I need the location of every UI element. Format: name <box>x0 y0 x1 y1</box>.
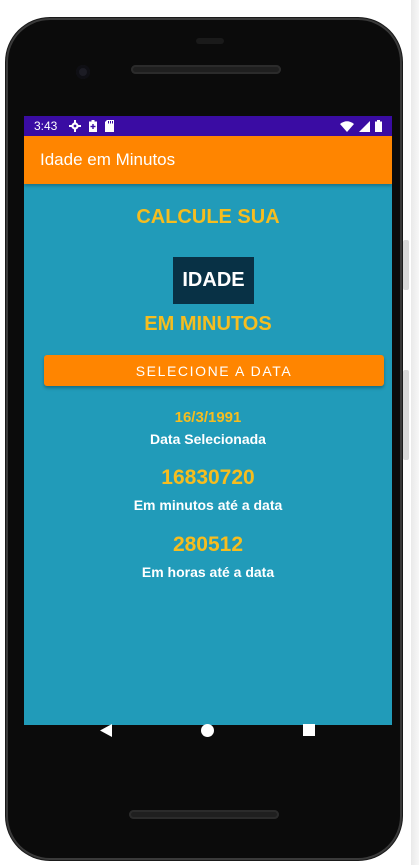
heading-em-minutos: EM MINUTOS <box>144 313 272 335</box>
heading-idade-box: IDADE <box>173 257 254 304</box>
recents-icon[interactable] <box>303 724 315 736</box>
hours-label: Em horas até a data <box>141 564 275 580</box>
app-screen: 3:43 Idade em Minutos CALCULE SUA IDADE … <box>24 116 392 725</box>
selected-date-label: Data Selecionada <box>150 431 266 447</box>
selected-date-value: 16/3/1991 <box>174 409 242 426</box>
sd-card-icon <box>105 120 115 132</box>
minutes-value: 16830720 <box>161 466 255 489</box>
back-icon[interactable] <box>100 724 112 737</box>
status-time: 3:43 <box>34 119 58 133</box>
signal-icon <box>359 120 370 132</box>
battery-saver-icon <box>89 120 98 132</box>
battery-icon <box>375 120 382 132</box>
hours-value: 280512 <box>172 533 244 556</box>
status-bar: 3:43 <box>24 116 392 136</box>
bottom-speaker <box>129 810 279 819</box>
app-title: Idade em Minutos <box>40 150 176 169</box>
minutes-label: Em minutos até a data <box>133 497 283 513</box>
home-icon[interactable] <box>201 724 214 737</box>
volume-button <box>403 240 409 290</box>
wifi-icon <box>340 120 354 132</box>
earpiece <box>196 38 224 44</box>
device-frame: 3:43 Idade em Minutos CALCULE SUA IDADE … <box>0 0 419 865</box>
power-button <box>403 370 409 460</box>
heading-calcule-sua: CALCULE SUA <box>136 206 280 228</box>
app-bar: Idade em Minutos <box>24 136 392 184</box>
select-date-button[interactable]: SELECIONE A DATA <box>44 355 384 386</box>
gear-icon <box>69 120 82 132</box>
navigation-bar <box>18 707 386 755</box>
front-camera <box>76 65 90 79</box>
device-edge <box>411 0 419 865</box>
top-speaker <box>131 65 281 74</box>
